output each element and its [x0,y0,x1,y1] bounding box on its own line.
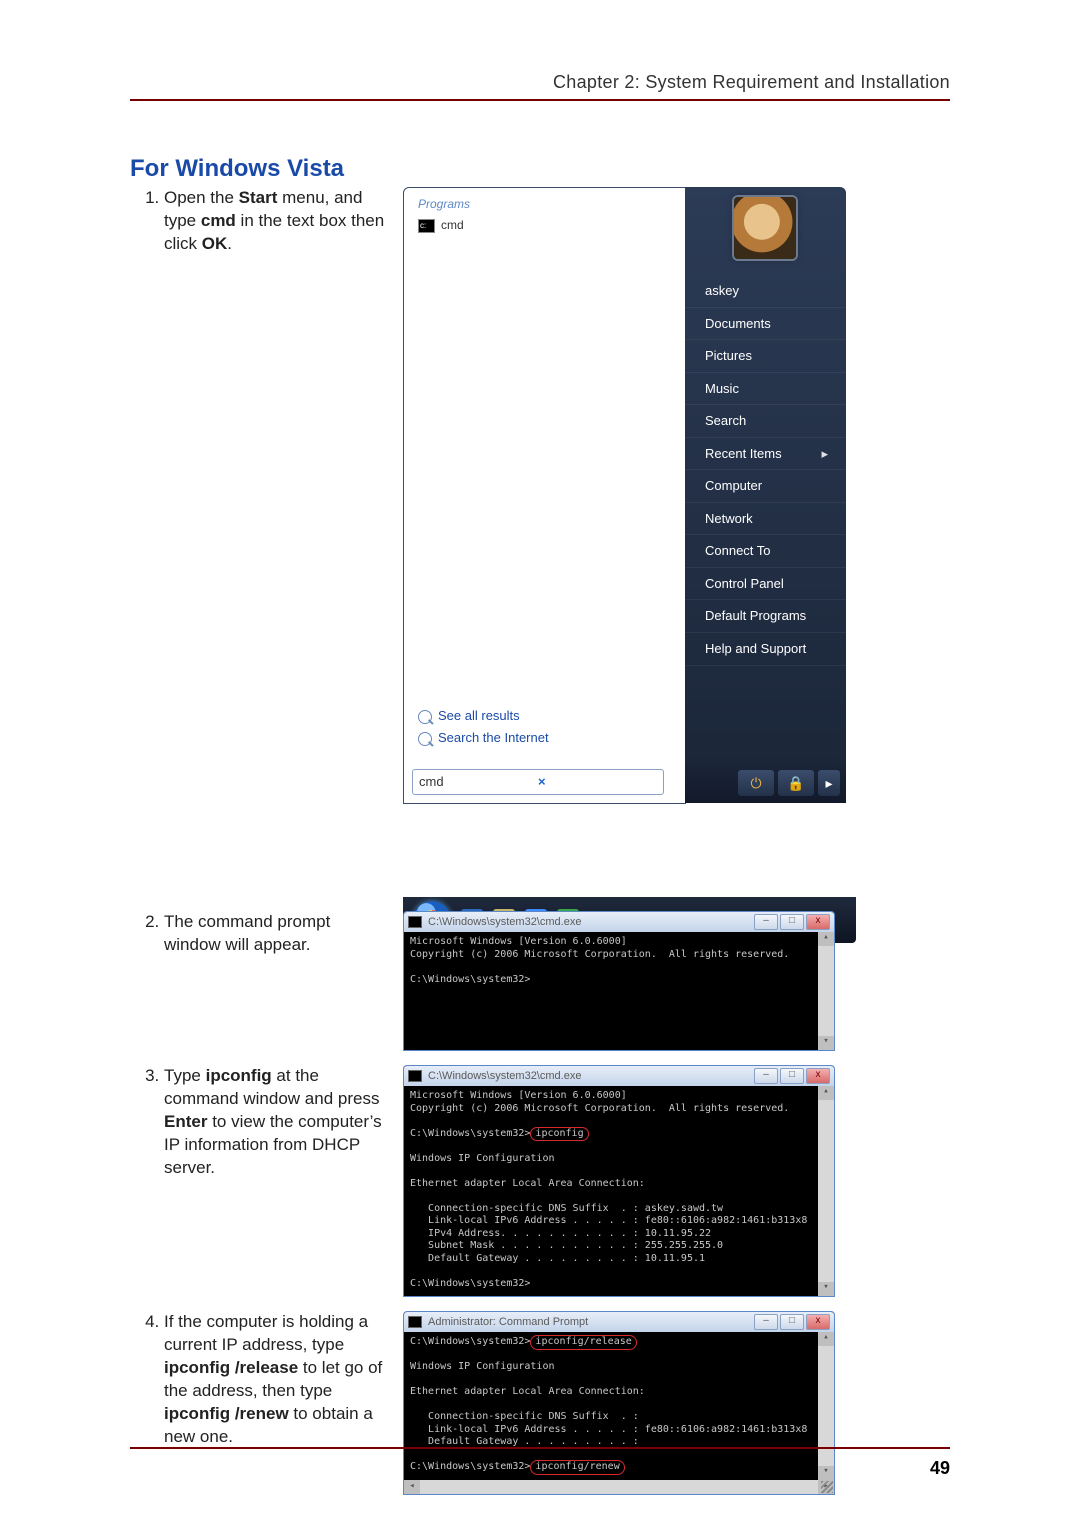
menu-computer[interactable]: Computer [685,470,846,503]
programs-header: Programs [404,188,685,214]
menu-documents[interactable]: Documents [685,308,846,341]
cmd-icon [408,1316,422,1328]
step-2-text: The command prompt window will appear. [164,911,389,957]
search-icon [418,732,432,746]
highlighted-command: ipconfig/release [530,1335,636,1350]
maximize-button[interactable]: □ [780,1068,804,1084]
maximize-button[interactable]: □ [780,1314,804,1330]
menu-network[interactable]: Network [685,503,846,536]
cmd-icon [408,916,422,928]
see-all-results[interactable]: See all results [418,707,520,725]
search-value: cmd [419,773,538,791]
menu-help-support[interactable]: Help and Support [685,633,846,666]
horizontal-scrollbar[interactable]: ◂▸ [404,1480,834,1494]
window-title: C:\Windows\system32\cmd.exe [428,915,754,930]
terminal-output: Microsoft Windows [Version 6.0.6000] Cop… [410,936,789,985]
vertical-scrollbar[interactable]: ▴▾ [818,932,834,1050]
close-button[interactable]: x [806,1068,830,1084]
page-number: 49 [930,1458,950,1479]
minimize-button[interactable]: – [754,1068,778,1084]
clear-search-icon[interactable]: × [538,773,657,791]
close-button[interactable]: x [806,1314,830,1330]
step-1-text: Open the Start menu, and type cmd in the… [164,187,389,256]
cmd-window-release-renew: Administrator: Command Prompt – □ x C:\W… [403,1311,835,1495]
cmd-window-ipconfig: C:\Windows\system32\cmd.exe – □ x Micros… [403,1065,835,1297]
menu-default-programs[interactable]: Default Programs [685,600,846,633]
search-icon [418,710,432,724]
vertical-scrollbar[interactable]: ▴▾ [818,1086,834,1296]
lock-button[interactable]: 🔒 [778,770,814,796]
start-search-box[interactable]: cmd × [412,769,664,795]
menu-connect-to[interactable]: Connect To [685,535,846,568]
menu-control-panel[interactable]: Control Panel [685,568,846,601]
vertical-scrollbar[interactable]: ▴▾ [818,1332,834,1480]
cmd-icon [408,1070,422,1082]
cmd-icon: c: [418,219,435,233]
step-3-text: Type ipconfig at the command window and … [164,1065,389,1180]
menu-search[interactable]: Search [685,405,846,438]
section-title: For Windows Vista [130,155,950,183]
terminal-output: Microsoft Windows [Version 6.0.6000] Cop… [404,1086,834,1296]
highlighted-command: ipconfig [530,1127,588,1142]
power-button[interactable]: ⏻ [738,770,774,796]
user-avatar [734,197,796,259]
program-item-cmd[interactable]: c:cmd [404,214,685,236]
highlighted-command: ipconfig/renew [530,1460,624,1475]
maximize-button[interactable]: □ [780,914,804,930]
shutdown-options-button[interactable]: ▸ [818,770,840,796]
footer-rule [130,1447,950,1449]
close-button[interactable]: x [806,914,830,930]
menu-recent-items[interactable]: Recent Items [685,438,846,471]
running-header: Chapter 2: System Requirement and Instal… [130,72,950,93]
vista-start-menu: Programs c:cmd See all results Search th… [403,187,846,897]
user-name[interactable]: askey [685,275,846,308]
minimize-button[interactable]: – [754,1314,778,1330]
step-4-text: If the computer is holding a current IP … [164,1311,389,1449]
terminal-output: C:\Windows\system32>ipconfig/release Win… [404,1332,834,1480]
resize-grip[interactable] [821,1481,833,1493]
menu-music[interactable]: Music [685,373,846,406]
minimize-button[interactable]: – [754,914,778,930]
cmd-window-blank: C:\Windows\system32\cmd.exe – □ x Micros… [403,911,835,1051]
menu-pictures[interactable]: Pictures [685,340,846,373]
header-rule [130,99,950,101]
window-title: C:\Windows\system32\cmd.exe [428,1069,754,1084]
window-title: Administrator: Command Prompt [428,1315,754,1330]
search-the-internet[interactable]: Search the Internet [418,729,549,747]
